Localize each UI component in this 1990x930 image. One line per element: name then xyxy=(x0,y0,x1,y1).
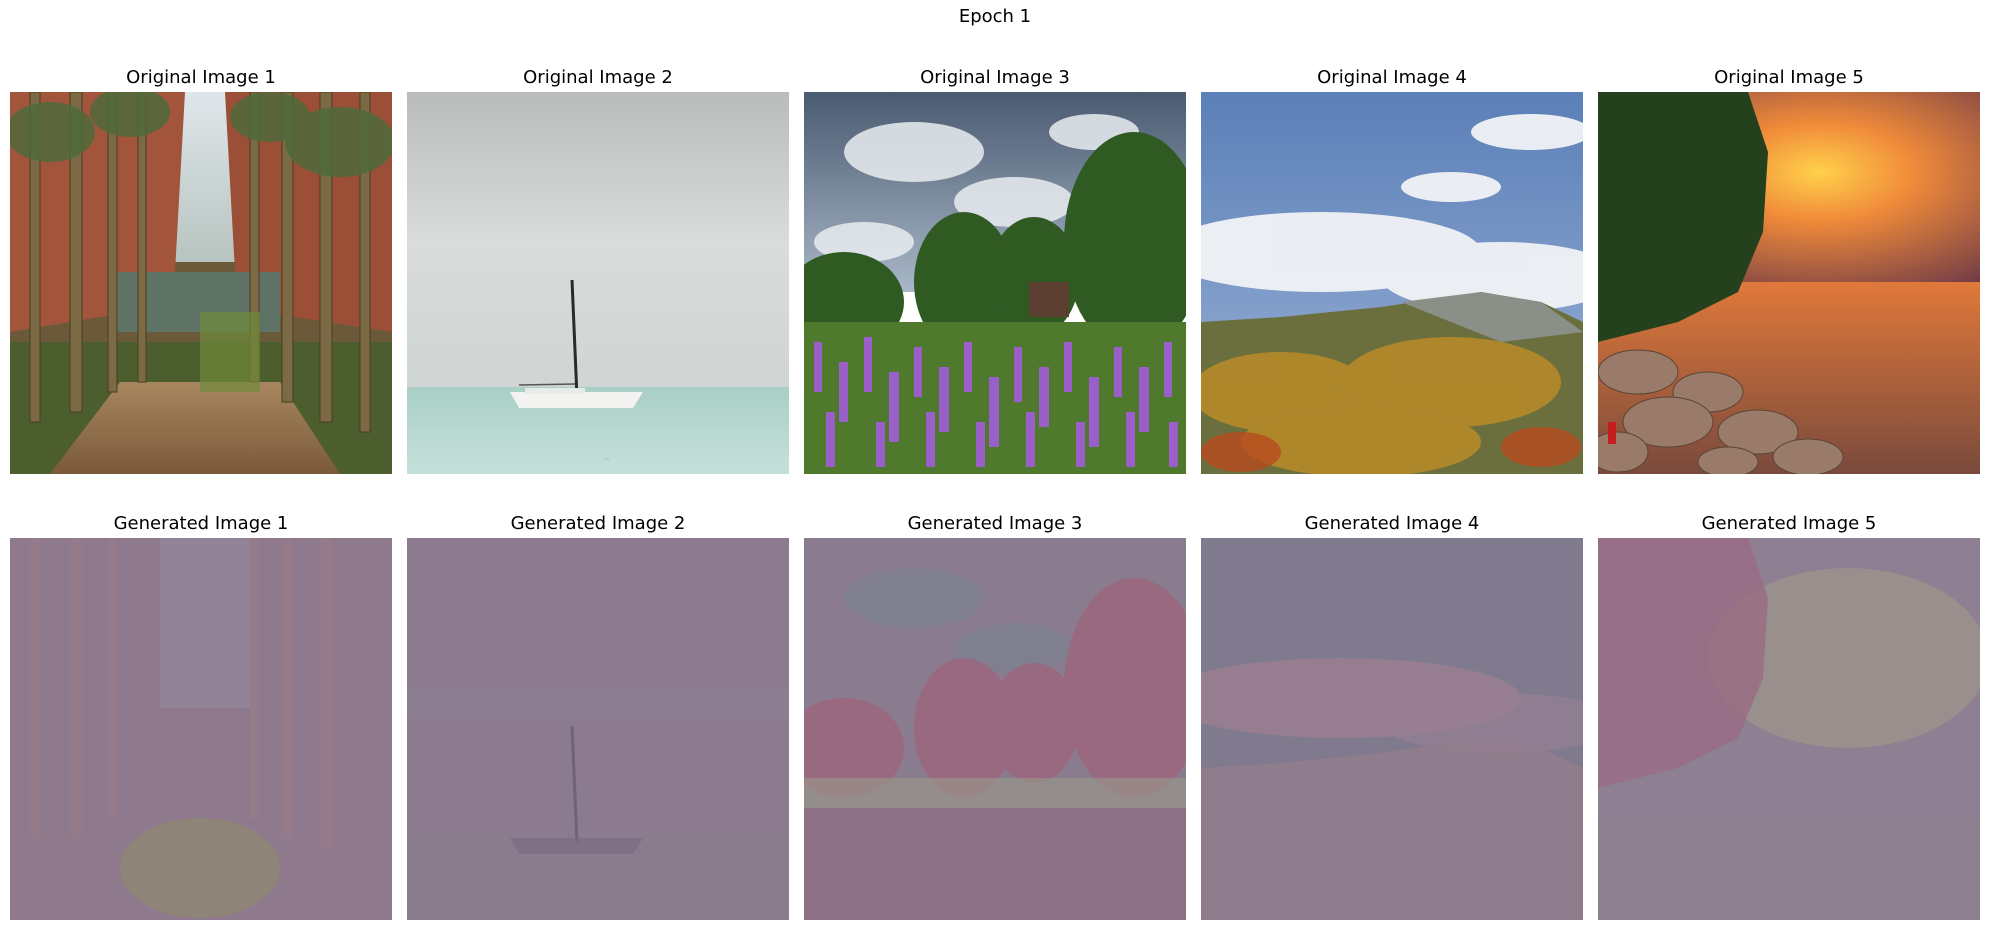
original-image-5 xyxy=(1598,92,1980,474)
generated-image-2-title: Generated Image 2 xyxy=(510,513,686,534)
generated-image-5 xyxy=(1598,538,1980,920)
original-image-3-title: Original Image 3 xyxy=(920,67,1070,88)
generated-image-4 xyxy=(1201,538,1583,920)
generated-image-2 xyxy=(407,538,789,920)
figure-suptitle: Epoch 1 xyxy=(958,6,1032,27)
generated-image-1 xyxy=(10,538,392,920)
generated-image-3 xyxy=(804,538,1186,920)
original-image-4 xyxy=(1201,92,1583,474)
original-image-5-title: Original Image 5 xyxy=(1714,67,1864,88)
original-image-4-title: Original Image 4 xyxy=(1317,67,1467,88)
original-image-3 xyxy=(804,92,1186,474)
svg-text:~: ~ xyxy=(603,455,611,465)
original-image-1 xyxy=(10,92,392,474)
original-image-2: ~ xyxy=(407,92,789,474)
original-image-1-title: Original Image 1 xyxy=(126,67,276,88)
generated-image-3-title: Generated Image 3 xyxy=(907,513,1083,534)
generated-image-1-title: Generated Image 1 xyxy=(113,513,289,534)
generated-image-4-title: Generated Image 4 xyxy=(1304,513,1480,534)
generated-image-5-title: Generated Image 5 xyxy=(1701,513,1877,534)
original-image-2-title: Original Image 2 xyxy=(523,67,673,88)
